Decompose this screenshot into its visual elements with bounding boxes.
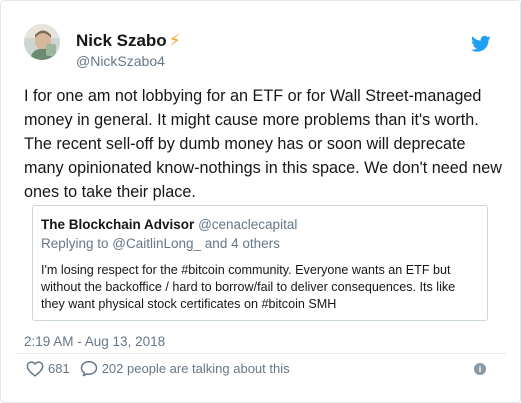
quoted-tweet[interactable]: The Blockchain Advisor @cenaclecapital R…: [32, 205, 488, 321]
heart-icon: [26, 360, 44, 377]
avatar-image: [24, 24, 60, 60]
divider: [15, 353, 506, 354]
author-name-text[interactable]: Nick Szabo: [76, 31, 167, 51]
action-bar: 681 202 people are talking about this: [26, 360, 290, 377]
like-count: 681: [48, 361, 70, 376]
lightning-emoji: ⚡: [168, 31, 181, 50]
quoted-header: The Blockchain Advisor @cenaclecapital: [41, 216, 477, 234]
quoted-text: I'm losing respect for the #bitcoin comm…: [41, 263, 456, 311]
talking-button[interactable]: 202 people are talking about this: [80, 360, 290, 377]
avatar[interactable]: [24, 24, 60, 60]
quoted-replying-to: Replying to @CaitlinLong_ and 4 others: [41, 236, 280, 251]
speech-bubble-icon: [80, 361, 97, 377]
tweet-timestamp[interactable]: 2:19 AM - Aug 13, 2018: [24, 334, 165, 349]
author-name[interactable]: Nick Szabo ⚡: [76, 31, 181, 51]
info-icon[interactable]: i: [474, 363, 486, 375]
quoted-author-name: The Blockchain Advisor: [41, 217, 195, 232]
talking-text: 202 people are talking about this: [101, 361, 290, 376]
twitter-bird-icon[interactable]: [471, 35, 491, 53]
quoted-author-handle: @cenaclecapital: [198, 217, 298, 232]
tweet-text: I for one am not lobbying for an ETF or …: [24, 87, 502, 201]
like-button[interactable]: 681: [26, 360, 70, 377]
tweet-card: Nick Szabo ⚡ @NickSzabo4 I for one am no…: [0, 0, 521, 403]
author-handle[interactable]: @NickSzabo4: [76, 53, 165, 69]
